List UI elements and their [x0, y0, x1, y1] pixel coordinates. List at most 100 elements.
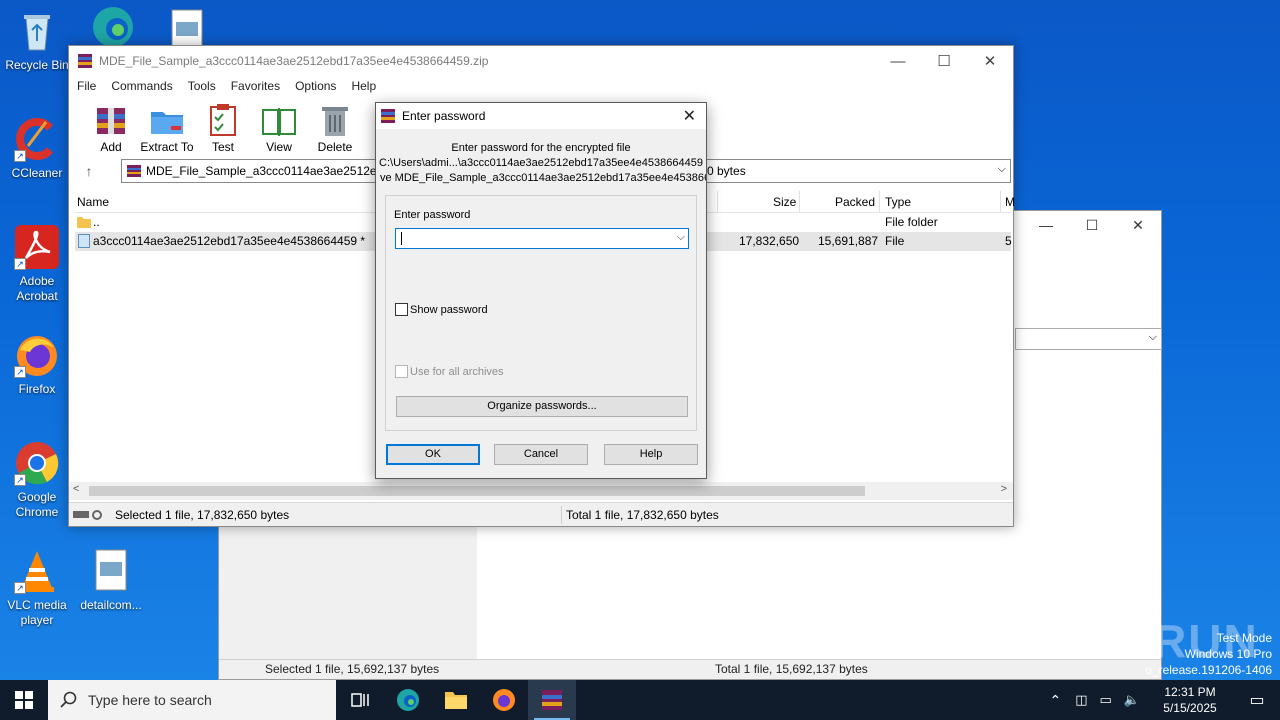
taskbar-firefox[interactable] — [480, 680, 528, 720]
dialog-message: Enter password for the encrypted file C:… — [376, 141, 706, 186]
taskbar-winrar[interactable] — [528, 680, 576, 720]
minimize-icon[interactable]: — — [875, 46, 921, 76]
notification-icon[interactable]: ▭ — [1234, 690, 1280, 710]
menu-help[interactable]: Help — [351, 79, 383, 93]
watermark-line1: Test Mode — [1216, 631, 1272, 645]
add-button[interactable]: Add — [81, 102, 141, 154]
extract-to-label: Extract To — [140, 140, 194, 154]
meet-now-icon[interactable]: ◫ — [1075, 692, 1087, 708]
desktop-icon-acrobat[interactable]: ↗ Adobe Acrobat — [0, 224, 74, 304]
task-view-button[interactable] — [336, 680, 384, 720]
file-packed: 15,691,887 — [818, 234, 879, 248]
column-packed[interactable]: Packed — [835, 195, 875, 209]
menu-favorites[interactable]: Favorites — [231, 79, 287, 93]
shortcut-arrow-icon: ↗ — [14, 366, 26, 378]
up-arrow-icon[interactable]: ↑ — [69, 163, 109, 179]
show-password-checkbox[interactable]: Show password — [395, 303, 488, 316]
dialog-title: Enter password — [402, 109, 486, 123]
dialog-message-line3: ve MDE_File_Sample_a3ccc0114ae3ae2512ebd… — [380, 172, 706, 184]
help-button[interactable]: Help — [604, 444, 698, 465]
desktop-icon-ccleaner[interactable]: ↗ CCleaner — [0, 116, 74, 181]
windows-logo-icon — [15, 691, 33, 709]
recycle-bin-icon — [14, 8, 60, 54]
show-password-label: Show password — [410, 303, 488, 316]
start-button[interactable] — [0, 680, 48, 720]
vlc-icon: ↗ — [14, 548, 60, 594]
chevron-down-icon[interactable]: ⌵ — [677, 231, 685, 244]
book-icon — [261, 102, 297, 138]
scroll-left-icon[interactable]: < — [73, 483, 79, 495]
winrar-icon — [77, 53, 93, 69]
taskbar-file-explorer[interactable] — [432, 680, 480, 720]
winrar-icon — [542, 690, 562, 710]
taskbar-search-box[interactable]: Type here to search — [48, 680, 336, 720]
scrollbar-thumb[interactable] — [89, 486, 865, 496]
winrar-icon — [127, 165, 141, 177]
organize-passwords-button[interactable]: Organize passwords... — [396, 396, 688, 417]
desktop-icon-label: Google Chrome — [15, 490, 59, 519]
file-type: File folder — [885, 215, 938, 229]
use-for-all-archives-checkbox: Use for all archives — [395, 365, 504, 378]
password-dialog[interactable]: Enter password ✕ Enter password for the … — [375, 102, 707, 479]
close-icon[interactable]: ✕ — [683, 106, 696, 126]
chevron-down-icon[interactable]: ⌵ — [998, 163, 1006, 176]
minimize-icon[interactable]: — — [1023, 217, 1069, 233]
network-icon[interactable]: ▭ — [1100, 692, 1112, 708]
clock-date: 5/15/2025 — [1163, 701, 1217, 715]
checkbox-box — [395, 365, 408, 378]
close-icon[interactable]: ✕ — [1115, 217, 1161, 234]
desktop-icon-label: detailcom... — [80, 598, 142, 612]
shortcut-arrow-icon: ↗ — [14, 474, 26, 486]
desktop-icon-vlc[interactable]: ↗ VLC media player — [0, 548, 74, 628]
menu-file[interactable]: File — [77, 79, 103, 93]
checklist-icon — [205, 102, 241, 138]
extract-to-button[interactable]: Extract To — [137, 102, 197, 154]
menu-options[interactable]: Options — [295, 79, 343, 93]
scroll-right-icon[interactable]: > — [1001, 483, 1007, 495]
desktop-icon-chrome[interactable]: ↗ Google Chrome — [0, 440, 74, 520]
menu-tools[interactable]: Tools — [188, 79, 223, 93]
maximize-icon[interactable]: ☐ — [1069, 217, 1115, 234]
desktop-icon-label: Firefox — [18, 382, 56, 396]
column-name[interactable]: Name — [77, 195, 109, 209]
chrome-icon: ↗ — [14, 440, 60, 486]
file-modified: 5 — [1005, 234, 1012, 248]
cancel-button[interactable]: Cancel — [494, 444, 588, 465]
horizontal-scrollbar[interactable]: < > — [69, 482, 1013, 500]
firefox-icon — [493, 689, 515, 711]
desktop-icon-recycle-bin[interactable]: Recycle Bin — [0, 8, 74, 73]
trash-icon — [317, 102, 353, 138]
back-status-right: Total 1 file, 15,692,137 bytes — [715, 662, 868, 676]
checkbox-box[interactable] — [395, 303, 408, 316]
file-icon — [78, 234, 90, 248]
file-name: a3ccc0114ae3ae2512ebd17a35ee4e4538664459… — [93, 234, 366, 248]
shortcut-arrow-icon: ↗ — [14, 582, 26, 594]
desktop-icon-label: Recycle Bin — [5, 58, 69, 72]
password-input[interactable]: ⌵ — [395, 228, 689, 249]
column-size[interactable]: Size — [773, 195, 796, 209]
test-button[interactable]: Test — [193, 102, 253, 154]
dialog-titlebar: Enter password ✕ — [376, 103, 706, 129]
back-window-path-box[interactable]: ⌵ — [1015, 328, 1162, 350]
column-modified[interactable]: M — [1005, 195, 1015, 209]
maximize-icon[interactable]: ☐ — [921, 46, 967, 76]
clock[interactable]: 12:31 PM 5/15/2025 — [1150, 684, 1230, 716]
menu-commands[interactable]: Commands — [111, 79, 179, 93]
column-type[interactable]: Type — [885, 195, 911, 209]
close-icon[interactable]: ✕ — [967, 46, 1013, 76]
delete-button[interactable]: Delete — [305, 102, 365, 154]
view-button[interactable]: View — [249, 102, 309, 154]
volume-icon[interactable]: 🔈 — [1124, 692, 1140, 708]
desktop-icon-label: VLC media player — [7, 598, 67, 627]
menu-bar: File Commands Tools Favorites Options He… — [69, 76, 1013, 96]
ok-button[interactable]: OK — [386, 444, 480, 465]
taskbar-edge[interactable] — [384, 680, 432, 720]
status-bar: Selected 1 file, 17,832,650 bytes Total … — [69, 502, 1013, 526]
system-tray: ⌃ ◫ ▭ 🔈 12:31 PM 5/15/2025 ▭ — [1041, 680, 1280, 720]
desktop-icon-detailcom[interactable]: detailcom... — [74, 548, 148, 613]
chevron-up-icon[interactable]: ⌃ — [1049, 692, 1061, 709]
desktop-icon-firefox[interactable]: ↗ Firefox — [0, 332, 74, 397]
watermark-line2: Windows 10 Pro — [1184, 647, 1272, 661]
back-window-status-bar: Selected 1 file, 15,692,137 bytes Total … — [219, 659, 1161, 679]
test-label: Test — [211, 140, 234, 154]
